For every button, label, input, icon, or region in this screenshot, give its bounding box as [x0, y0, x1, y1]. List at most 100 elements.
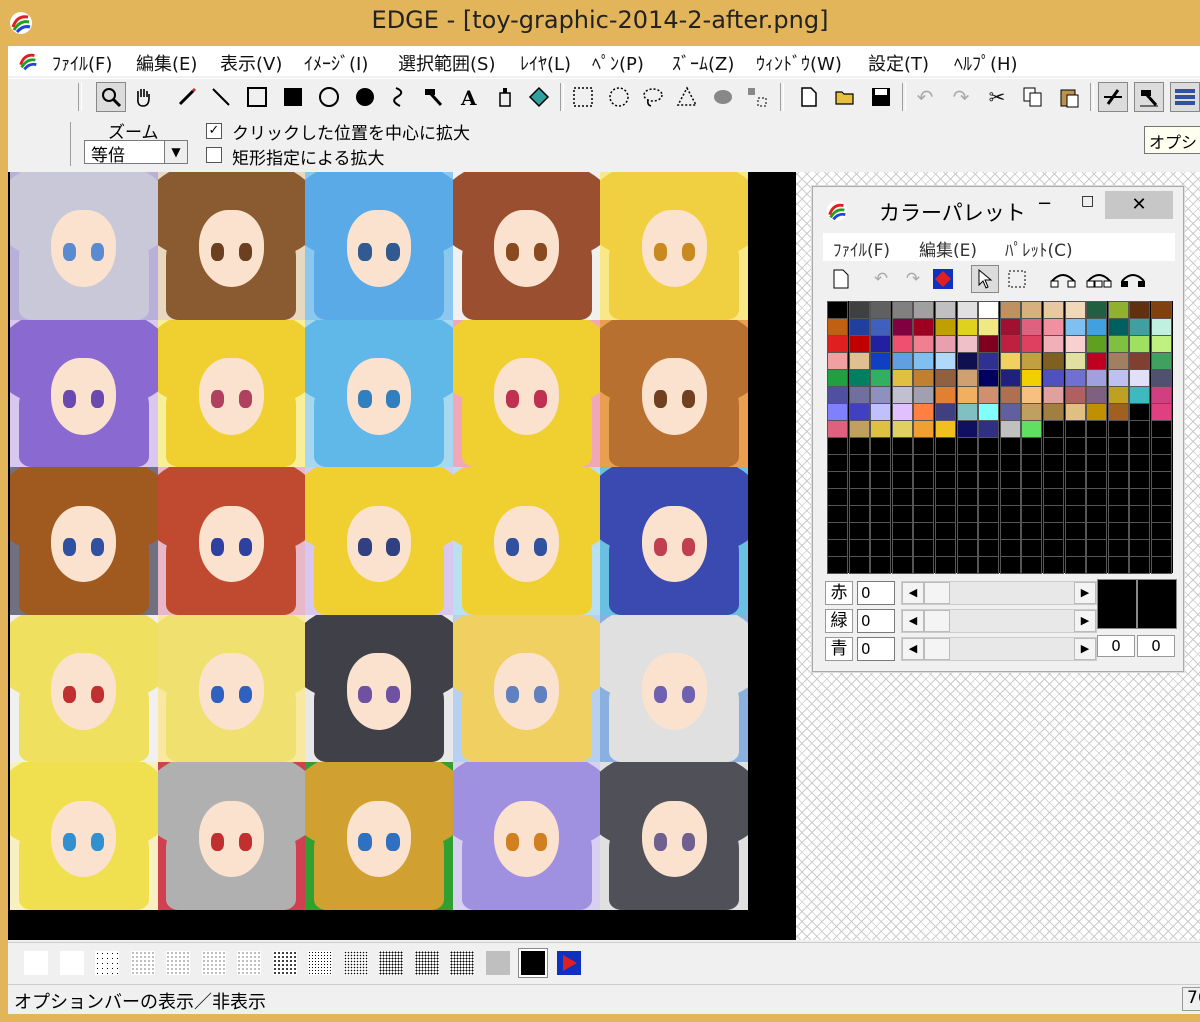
color-swatch[interactable] [1107, 318, 1129, 336]
color-swatch[interactable] [1107, 454, 1129, 472]
color-swatch[interactable] [1151, 471, 1172, 489]
color-swatch[interactable] [1151, 437, 1172, 455]
color-swatch[interactable] [935, 301, 956, 319]
green-slider[interactable]: ◀ ▶ [901, 609, 1097, 633]
curve-icon[interactable] [384, 82, 414, 112]
color-swatch[interactable] [1064, 454, 1086, 472]
color-swatch[interactable] [891, 505, 913, 523]
palette-redo-icon[interactable]: ↷ [899, 265, 927, 293]
color-swatch[interactable] [1129, 556, 1151, 574]
color-swatch[interactable] [848, 318, 870, 336]
color-swatch[interactable] [870, 471, 892, 489]
menu-pen[interactable]: ﾍﾟﾝ(P) [592, 50, 644, 76]
color-swatch[interactable] [1151, 403, 1172, 421]
menu-image[interactable]: ｲﾒｰｼﾞ(I) [304, 50, 368, 76]
color-swatch[interactable] [870, 522, 892, 540]
color-swatch[interactable] [1107, 335, 1129, 353]
color-swatch[interactable] [870, 437, 892, 455]
color-swatch[interactable] [1021, 454, 1043, 472]
color-swatch[interactable] [935, 505, 956, 523]
magic-wand-icon[interactable] [708, 82, 738, 112]
color-swatch[interactable] [1086, 539, 1108, 557]
color-swatch[interactable] [999, 318, 1021, 336]
color-swatch[interactable] [848, 369, 870, 387]
menu-window[interactable]: ｳｨﾝﾄﾞｳ(W) [756, 50, 842, 76]
menu-file[interactable]: ﾌｧｲﾙ(F) [52, 50, 112, 76]
color-swatch[interactable] [999, 522, 1021, 540]
color-swatch[interactable] [1043, 488, 1064, 506]
color-swatch[interactable] [956, 420, 978, 438]
color-swatch[interactable] [870, 386, 892, 404]
palette-undo-icon[interactable]: ↶ [867, 265, 895, 293]
minimize-icon[interactable]: − [1037, 193, 1052, 214]
color-swatch[interactable] [935, 335, 956, 353]
hammer-icon[interactable] [418, 82, 448, 112]
color-swatch[interactable] [1064, 335, 1086, 353]
color-swatch[interactable] [827, 352, 848, 370]
color-swatch[interactable] [978, 301, 1000, 319]
paste-icon[interactable] [1054, 82, 1084, 112]
new-file-icon[interactable] [794, 82, 824, 112]
rect-zoom-checkbox[interactable] [206, 147, 222, 163]
line-icon[interactable] [206, 82, 236, 112]
color-swatch[interactable] [827, 335, 848, 353]
color-swatch[interactable] [1107, 403, 1129, 421]
color-swatch[interactable] [1086, 454, 1108, 472]
color-swatch[interactable] [1129, 386, 1151, 404]
color-swatch[interactable] [1151, 539, 1172, 557]
color-swatch[interactable] [1151, 556, 1172, 574]
color-swatch[interactable] [870, 318, 892, 336]
color-swatch[interactable] [1043, 301, 1064, 319]
color-swatch[interactable] [913, 301, 935, 319]
color-swatch[interactable] [913, 420, 935, 438]
color-swatch[interactable] [827, 420, 848, 438]
color-swatch[interactable] [913, 437, 935, 455]
palette-rect-select-icon[interactable] [1003, 265, 1031, 293]
color-swatch[interactable] [956, 488, 978, 506]
center-zoom-checkbox[interactable]: ✓ [206, 123, 222, 139]
color-swatch[interactable] [956, 369, 978, 387]
color-swatch[interactable] [935, 437, 956, 455]
color-swatch[interactable] [956, 403, 978, 421]
color-swatch[interactable] [870, 556, 892, 574]
color-swatch[interactable] [1064, 556, 1086, 574]
color-swatch[interactable] [848, 454, 870, 472]
color-swatch[interactable] [1086, 403, 1108, 421]
color-swatch[interactable] [1107, 522, 1129, 540]
color-swatch[interactable] [913, 335, 935, 353]
undo-icon[interactable]: ↶ [910, 82, 940, 112]
tool-b-icon[interactable] [1134, 82, 1164, 112]
color-swatch[interactable] [1151, 301, 1172, 319]
color-swatch[interactable] [978, 352, 1000, 370]
color-swatch[interactable] [956, 352, 978, 370]
pattern-dither-1[interactable] [24, 951, 48, 975]
color-swatch[interactable] [1107, 471, 1129, 489]
arrow-left-icon[interactable]: ◀ [902, 582, 924, 604]
tool-a-icon[interactable] [1098, 82, 1128, 112]
menu-edit[interactable]: 編集(E) [136, 50, 197, 76]
color-swatch[interactable] [1086, 352, 1108, 370]
color-swatch[interactable] [848, 386, 870, 404]
pattern-dither-2[interactable] [59, 951, 84, 975]
color-pick-icon[interactable] [929, 265, 957, 293]
color-swatch[interactable] [827, 522, 848, 540]
color-swatch[interactable] [999, 437, 1021, 455]
color-swatch[interactable] [999, 301, 1021, 319]
color-swatch[interactable] [999, 471, 1021, 489]
pattern-solid-black[interactable] [519, 949, 547, 977]
rectangle-icon[interactable] [242, 82, 272, 112]
pen-icon[interactable] [172, 82, 202, 112]
menu-layer[interactable]: ﾚｲﾔ(L) [520, 50, 571, 76]
color-swatch[interactable] [1086, 471, 1108, 489]
filled-rectangle-icon[interactable] [278, 82, 308, 112]
color-swatch[interactable] [935, 522, 956, 540]
color-swatch[interactable] [1107, 369, 1129, 387]
blue-slider[interactable]: ◀ ▶ [901, 637, 1097, 661]
color-swatch[interactable] [913, 505, 935, 523]
color-swatch[interactable] [870, 403, 892, 421]
color-swatch[interactable] [1151, 335, 1172, 353]
color-swatch[interactable] [978, 471, 1000, 489]
color-swatch[interactable] [870, 352, 892, 370]
pattern-dither-8[interactable] [272, 951, 297, 975]
color-swatch[interactable] [978, 369, 1000, 387]
